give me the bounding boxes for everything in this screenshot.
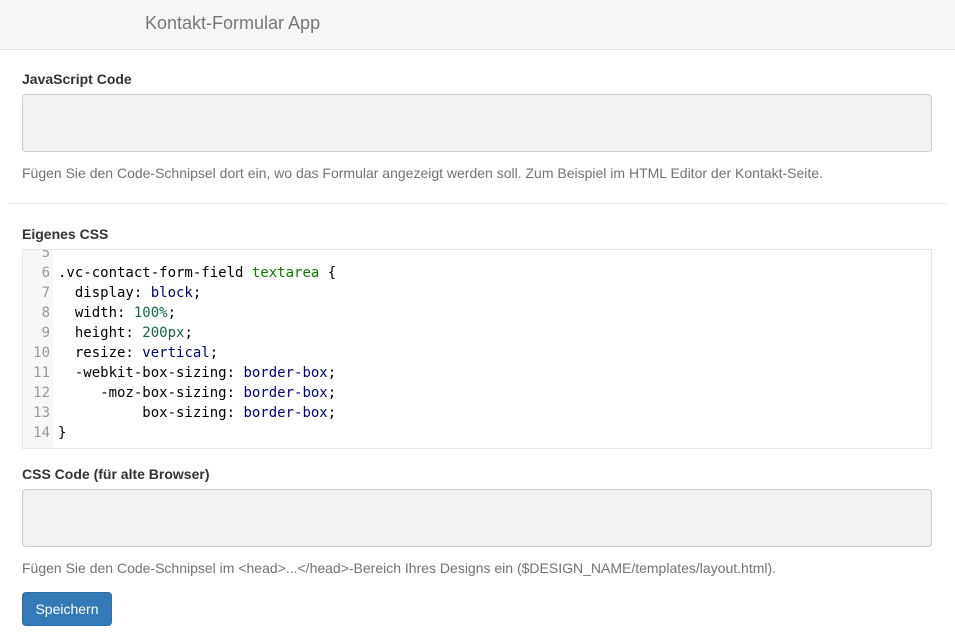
code-line: 7 display: block;	[23, 283, 931, 303]
line-code: -moz-box-sizing: border-box;	[58, 383, 336, 403]
code-token: resize:	[58, 345, 143, 361]
code-token: border-box	[243, 405, 328, 421]
code-token: textarea	[251, 265, 320, 281]
code-token: width:	[58, 305, 134, 321]
line-number: 13	[33, 405, 50, 421]
code-token: 100%	[133, 305, 168, 321]
line-number: 7	[41, 285, 50, 301]
save-button[interactable]: Speichern	[22, 592, 112, 626]
code-token: ;	[327, 405, 337, 421]
line-number: 9	[41, 325, 50, 341]
legacy-css-label: CSS Code (für alte Browser)	[22, 466, 210, 482]
line-code: display: block;	[58, 283, 201, 303]
legacy-css-code-field[interactable]	[22, 489, 932, 547]
line-code: height: 200px;	[58, 323, 193, 343]
custom-css-editor[interactable]: 5 6 .vc-contact-form-field textarea {7 dis…	[22, 249, 932, 449]
navbar: Kontakt-Formular App	[0, 0, 955, 50]
section-divider	[8, 203, 947, 204]
line-code: -webkit-box-sizing: border-box;	[58, 363, 336, 383]
code-token: ;	[327, 385, 337, 401]
code-token: border-box	[243, 385, 328, 401]
line-code: box-sizing: border-box;	[58, 403, 336, 423]
code-token: box-sizing:	[58, 405, 244, 421]
javascript-code-label: JavaScript Code	[22, 71, 132, 87]
code-line: 10 resize: vertical;	[23, 343, 931, 363]
code-token: block	[150, 285, 193, 301]
line-number: 8	[41, 305, 50, 321]
line-number: 14	[33, 425, 50, 441]
code-line: 12 -moz-box-sizing: border-box;	[23, 383, 931, 403]
code-token: ;	[167, 305, 177, 321]
app-title[interactable]: Kontakt-Formular App	[145, 13, 320, 34]
line-code: resize: vertical;	[58, 343, 218, 363]
code-line: 5	[23, 249, 931, 263]
line-number: 10	[33, 345, 50, 361]
code-token: ;	[192, 285, 202, 301]
code-line: 14}	[23, 423, 931, 443]
line-code: .vc-contact-form-field textarea {	[58, 263, 336, 283]
code-token: -webkit-box-sizing:	[58, 365, 244, 381]
custom-css-label: Eigenes CSS	[22, 226, 109, 242]
code-token: 200px	[142, 325, 185, 341]
code-line: 13 box-sizing: border-box;	[23, 403, 931, 423]
line-code: }	[58, 423, 66, 443]
code-token: border-box	[243, 365, 328, 381]
code-token: .vc-contact-form-field	[58, 265, 252, 281]
code-line: 11 -webkit-box-sizing: border-box;	[23, 363, 931, 383]
line-code: width: 100%;	[58, 303, 176, 323]
code-line: 6 .vc-contact-form-field textarea {	[23, 263, 931, 283]
line-number: 11	[33, 365, 50, 381]
line-number: 5	[41, 249, 50, 261]
line-number: 12	[33, 385, 50, 401]
legacy-css-help: Fügen Sie den Code-Schnipsel im <head>..…	[22, 560, 777, 576]
code-token: }	[58, 425, 67, 441]
code-token: ;	[327, 365, 337, 381]
javascript-code-field[interactable]	[22, 94, 932, 152]
code-line: 8 width: 100%;	[23, 303, 931, 323]
line-number: 6	[41, 265, 50, 281]
code-line: 9 height: 200px;	[23, 323, 931, 343]
code-token: -moz-box-sizing:	[58, 385, 244, 401]
code-token: display:	[58, 285, 151, 301]
code-token: height:	[58, 325, 143, 341]
javascript-code-help: Fügen Sie den Code-Schnipsel dort ein, w…	[22, 165, 823, 181]
code-token: {	[319, 265, 337, 281]
code-token: ;	[209, 345, 219, 361]
code-token: vertical	[142, 345, 210, 361]
code-token: ;	[184, 325, 193, 341]
